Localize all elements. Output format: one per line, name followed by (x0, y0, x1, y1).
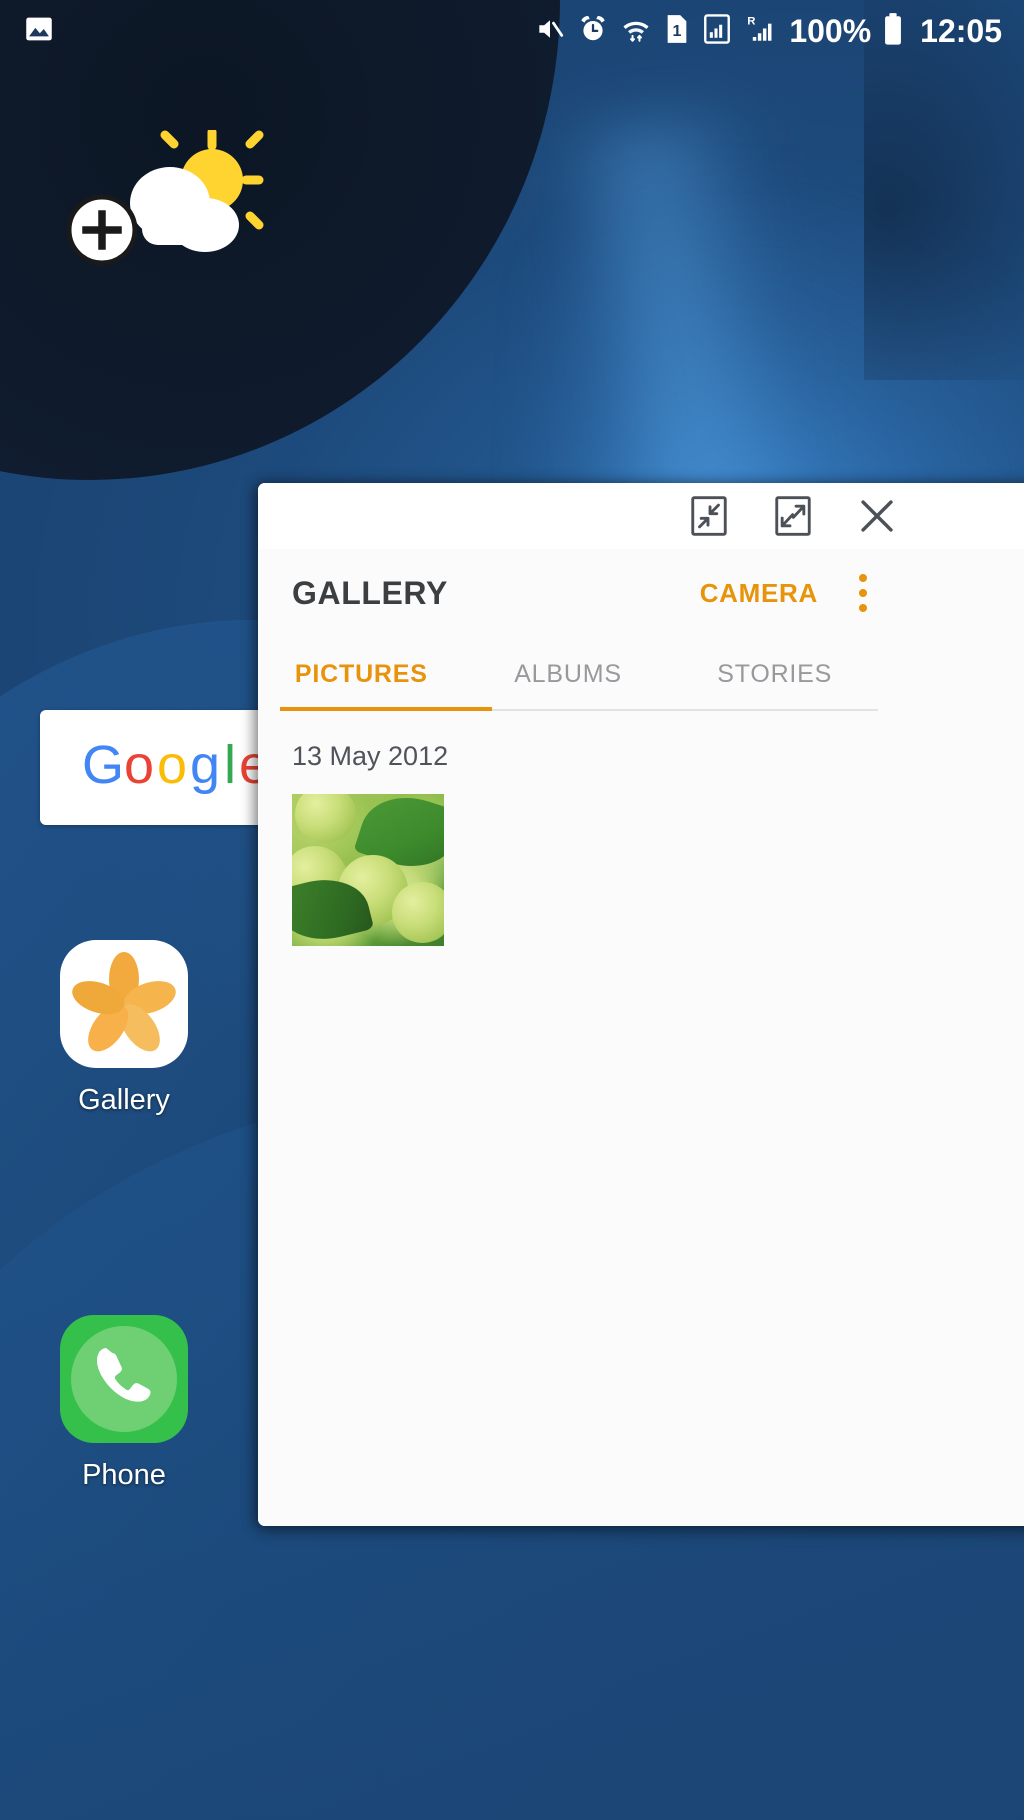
gallery-content: 13 May 2012 (258, 711, 1024, 1526)
handset-glyph (87, 1340, 161, 1419)
svg-text:o: o (157, 735, 187, 795)
battery-percent-label: 100% (789, 13, 872, 49)
signal-roaming-icon: R (743, 13, 777, 50)
window-controls-bar (258, 483, 1024, 549)
svg-text:R: R (748, 15, 756, 27)
status-bar: 1 R 100% 12:05 (0, 0, 1024, 62)
thumbnail-grid (292, 794, 1024, 946)
more-dot (859, 604, 867, 612)
tab-albums[interactable]: ALBUMS (465, 637, 672, 711)
signal-boxed-icon (702, 13, 732, 50)
alarm-icon (577, 13, 609, 50)
tab-stories[interactable]: STORIES (671, 637, 878, 711)
plus-circle-icon (66, 194, 138, 266)
wifi-icon (620, 13, 652, 50)
svg-text:l: l (224, 735, 236, 795)
image-icon (22, 12, 56, 51)
action-bar-right: CAMERA (700, 571, 1024, 615)
svg-text:G: G (82, 735, 124, 795)
android-home-screen: 1 R 100% 12:05 G o o g l e Gallery Phone… (0, 0, 1024, 1820)
mute-icon (534, 13, 566, 50)
app-label-gallery: Gallery (78, 1084, 170, 1116)
gallery-popup-window: GALLERY CAMERA PICTURES ALBUMS STORIES 1… (258, 483, 1024, 1526)
maximize-window-button[interactable] (770, 493, 816, 539)
status-bar-left (22, 12, 56, 51)
active-tab-indicator (280, 707, 492, 711)
gallery-tabs: PICTURES ALBUMS STORIES (258, 637, 1024, 711)
status-bar-clock: 12:05 (920, 13, 1002, 49)
app-label-phone: Phone (82, 1459, 166, 1491)
minimize-window-button[interactable] (686, 493, 732, 539)
photo-thumbnail[interactable] (292, 794, 444, 946)
camera-button[interactable]: CAMERA (700, 578, 818, 609)
close-window-button[interactable] (854, 493, 900, 539)
svg-text:o: o (124, 735, 154, 795)
more-vertical-icon[interactable] (848, 571, 878, 615)
tab-pictures[interactable]: PICTURES (258, 637, 465, 711)
svg-text:g: g (190, 735, 220, 795)
weather-widget[interactable] (60, 127, 270, 280)
more-dot (859, 574, 867, 582)
google-logo: G o o g l e (82, 735, 272, 801)
app-icon-gallery[interactable]: Gallery (24, 940, 224, 1117)
page-title: GALLERY (292, 574, 448, 611)
battery-full-icon (882, 12, 904, 51)
date-header: 13 May 2012 (292, 741, 449, 771)
thumbnail-detail (392, 882, 444, 943)
status-bar-right: 1 R 100% 12:05 (534, 12, 1002, 51)
svg-text:1: 1 (673, 23, 682, 40)
phone-handset-icon (60, 1315, 188, 1443)
sim-one-icon: 1 (663, 13, 691, 50)
app-icon-phone[interactable]: Phone (24, 1315, 224, 1492)
more-dot (859, 589, 867, 597)
gallery-flower-icon (60, 940, 188, 1068)
gallery-action-bar: GALLERY CAMERA (258, 549, 1024, 637)
